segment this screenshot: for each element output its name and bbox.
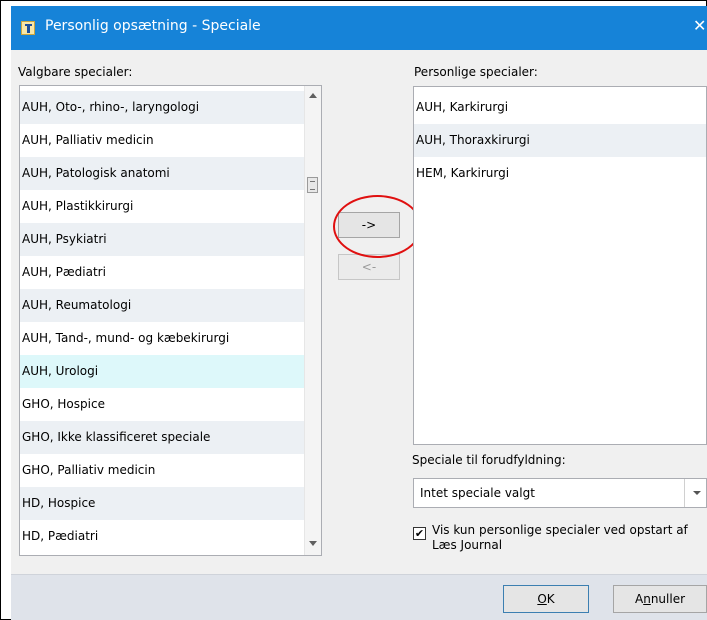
app-icon <box>21 21 35 35</box>
prefill-specialty-label: Speciale til forudfyldning: <box>412 453 566 467</box>
startup-personal-only-label: Vis kun personlige specialer ved opstart… <box>432 523 688 552</box>
list-item[interactable]: AUH, Patologisk anatomi <box>20 157 305 190</box>
list-item[interactable]: AUH, Thoraxkirurgi <box>414 124 706 157</box>
available-specialties-label: Valgbare specialer: <box>18 65 133 79</box>
list-item[interactable]: AUH, Karkirurgi <box>414 91 706 124</box>
list-item[interactable]: AUH, Pædiatri <box>20 256 305 289</box>
dialog-window: Personlig opsætning - Speciale ✕ Valgbar… <box>11 6 707 620</box>
cancel-label-rest: nuller <box>650 592 686 606</box>
scroll-down-arrow-icon[interactable] <box>309 541 317 546</box>
dialog-footer: OK Annuller <box>11 574 707 620</box>
personal-specialties-list[interactable]: AUH, Karkirurgi AUH, Thoraxkirurgi HEM, … <box>413 86 707 445</box>
list-item[interactable]: GHO, Ikke klassificeret speciale <box>20 421 305 454</box>
ok-button[interactable]: OK <box>503 585 589 613</box>
startup-personal-only-checkbox[interactable]: ✔ <box>413 527 426 540</box>
list-item[interactable]: HEM, Karkirurgi <box>414 157 706 190</box>
list-item[interactable]: AUH, Tand-, mund- og kæbekirurgi <box>20 322 305 355</box>
close-icon[interactable]: ✕ <box>693 17 706 35</box>
list-item[interactable]: AUH, Plastikkirurgi <box>20 190 305 223</box>
vertical-scrollbar[interactable] <box>304 86 321 555</box>
title-bar: Personlig opsætning - Speciale ✕ <box>11 6 707 50</box>
cancel-label-start: A <box>634 592 644 606</box>
list-item[interactable]: AUH, Reumatologi <box>20 289 305 322</box>
highlight-annotation-circle <box>333 195 422 258</box>
list-item[interactable]: AUH, Oto-, rhino-, laryngologi <box>20 91 305 124</box>
list-item-selected[interactable]: AUH, Urologi <box>20 355 305 388</box>
list-item[interactable]: HD, Hospice <box>20 487 305 520</box>
available-specialties-list[interactable]: AUH, Oto-, rhino-, laryngologi AUH, Pall… <box>19 85 322 556</box>
list-item[interactable]: GHO, Palliativ medicin <box>20 454 305 487</box>
prefill-specialty-value: Intet speciale valgt <box>420 486 535 500</box>
chevron-down-icon[interactable] <box>684 479 707 507</box>
ok-mnemonic: O <box>537 592 547 606</box>
prefill-specialty-select[interactable]: Intet speciale valgt <box>413 478 707 508</box>
list-item[interactable]: HD, Pædiatri <box>20 520 305 553</box>
ok-label-rest: K <box>546 592 555 606</box>
list-item[interactable]: GHO, Hospice <box>20 388 305 421</box>
personal-specialties-label: Personlige specialer: <box>414 65 538 79</box>
window-title: Personlig opsætning - Speciale <box>45 18 261 34</box>
scroll-up-arrow-icon[interactable] <box>309 93 317 98</box>
remove-specialty-button[interactable]: <- <box>338 254 400 280</box>
cancel-mnemonic: n <box>643 592 651 606</box>
list-item[interactable]: AUH, Palliativ medicin <box>20 124 305 157</box>
list-item[interactable]: AUH, Psykiatri <box>20 223 305 256</box>
cancel-button[interactable]: Annuller <box>613 585 707 613</box>
scroll-thumb[interactable] <box>307 177 318 193</box>
